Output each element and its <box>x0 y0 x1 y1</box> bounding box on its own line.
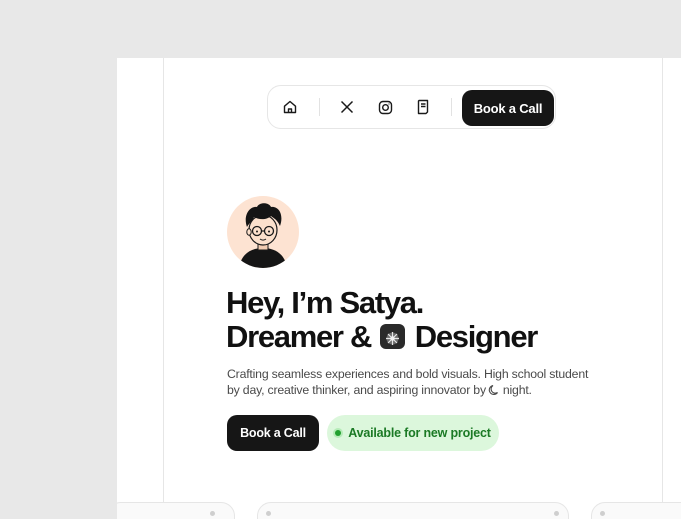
status-label: Available for new project <box>348 426 491 440</box>
hero-heading-designer: Designer <box>414 319 539 354</box>
preview-card[interactable] <box>117 502 235 519</box>
guide-line-left <box>163 58 164 503</box>
notebook-icon[interactable] <box>412 96 434 118</box>
card-indicator <box>554 511 559 516</box>
sparkle-badge-icon <box>380 324 406 349</box>
moon-icon <box>488 384 500 401</box>
avatar-illustration <box>239 203 287 268</box>
nav-divider <box>451 98 452 116</box>
home-icon[interactable] <box>279 96 301 118</box>
preview-card[interactable] <box>591 502 681 519</box>
availability-status-button[interactable]: Available for new project <box>327 415 499 451</box>
hero-description-end: night. <box>502 382 532 397</box>
hero-heading-dreamer: Dreamer & <box>226 319 372 354</box>
card-indicator <box>266 511 271 516</box>
card-indicator <box>210 511 215 516</box>
guide-line-right <box>662 58 663 503</box>
top-navbar: Book a Call <box>267 85 556 129</box>
nav-divider <box>319 98 320 116</box>
hero-description: Crafting seamless experiences and bold v… <box>227 367 597 400</box>
hero-heading-line-1: Hey, I’m Satya. <box>226 285 424 320</box>
avatar <box>227 196 299 268</box>
hero-description-text: Crafting seamless experiences and bold v… <box>227 367 589 397</box>
hero-heading-line-2: Dreamer & Designer <box>226 320 646 354</box>
book-call-button[interactable]: Book a Call <box>227 415 319 451</box>
x-logo-icon[interactable] <box>336 96 358 118</box>
preview-card[interactable] <box>257 502 569 519</box>
status-dot-icon <box>335 430 342 436</box>
hero-heading: Hey, I’m Satya. Dreamer & Designer <box>226 286 646 354</box>
nav-book-call-button[interactable]: Book a Call <box>462 90 554 126</box>
instagram-icon[interactable] <box>374 96 396 118</box>
card-indicator <box>600 511 605 516</box>
page-canvas: Book a Call Hey, I’m Satya. Dreamer & De… <box>117 58 681 519</box>
